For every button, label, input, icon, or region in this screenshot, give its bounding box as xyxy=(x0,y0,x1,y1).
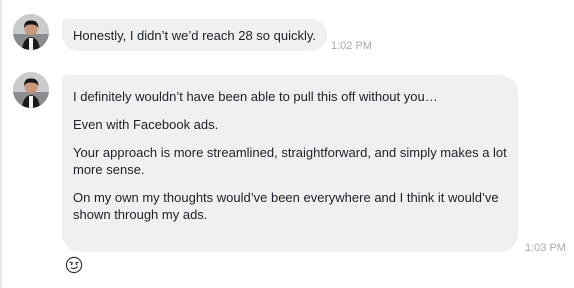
message-bubble[interactable]: Honestly, I didn’t we’d reach 28 so quic… xyxy=(62,19,328,51)
message-text: Honestly, I didn’t we’d reach 28 so quic… xyxy=(73,28,317,43)
left-border xyxy=(0,0,2,288)
message-timestamp: 1:03 PM xyxy=(525,242,566,254)
message-paragraph: On my own my thoughts would’ve been ever… xyxy=(73,190,499,222)
message-paragraph: I definitely wouldn’t have been able to … xyxy=(73,89,438,104)
message-bubble[interactable]: I definitely wouldn’t have been able to … xyxy=(62,75,518,252)
sender-avatar[interactable] xyxy=(13,72,49,108)
message-timestamp: 1:02 PM xyxy=(331,40,372,52)
sender-avatar[interactable] xyxy=(13,14,49,50)
message-paragraph: Even with Facebook ads. xyxy=(73,117,219,132)
message-paragraph: Your approach is more streamlined, strai… xyxy=(73,145,507,177)
smirk-emoji-icon[interactable] xyxy=(65,256,83,274)
